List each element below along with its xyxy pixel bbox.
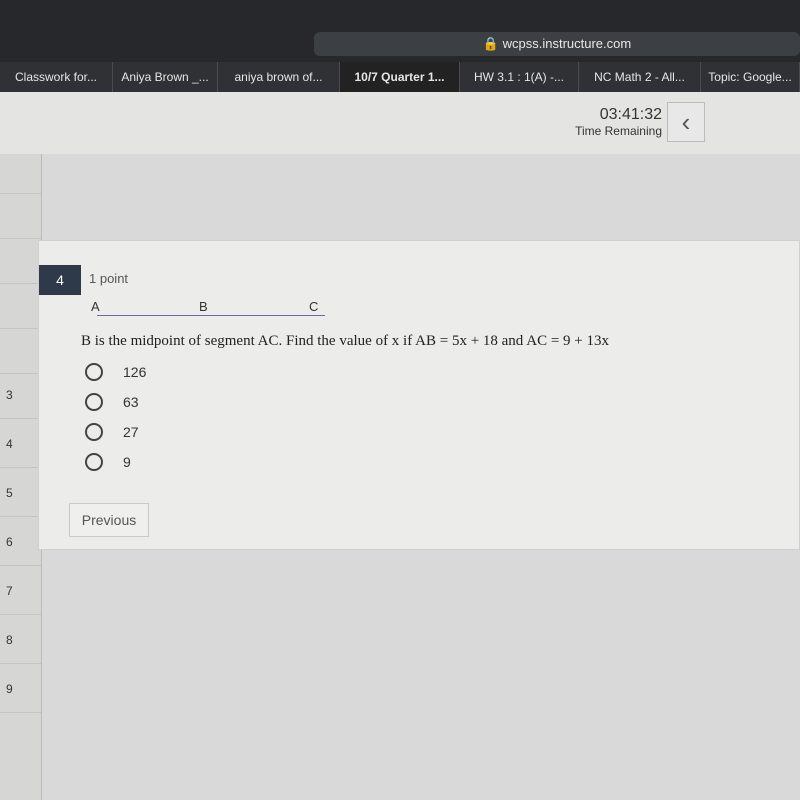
question-nav-item[interactable]: 6	[0, 517, 41, 566]
segment-line	[97, 315, 325, 316]
question-nav-item[interactable]: 3	[0, 374, 41, 419]
radio-button[interactable]	[85, 363, 103, 381]
question-number: 4	[39, 265, 81, 295]
answer-option[interactable]: 126	[85, 363, 146, 381]
tab[interactable]: 10/7 Quarter 1...	[340, 62, 460, 92]
question-nav-item[interactable]: 9	[0, 664, 41, 713]
tab[interactable]: HW 3.1 : 1(A) -...	[460, 62, 579, 92]
tab[interactable]: Aniya Brown _...	[113, 62, 218, 92]
bookmarks-bar: Classwork for... Aniya Brown _... aniya …	[0, 62, 800, 92]
answer-option[interactable]: 9	[85, 453, 131, 471]
timer-value: 03:41:32	[599, 106, 662, 123]
option-label: 27	[123, 424, 139, 440]
point-a-label: A	[91, 299, 100, 314]
question-nav-item[interactable]: 7	[0, 566, 41, 615]
question-nav-item[interactable]: 5	[0, 468, 41, 517]
browser-chrome: 🔒 wcpss.instructure.com	[0, 0, 800, 62]
answer-option[interactable]: 63	[85, 393, 139, 411]
segment-diagram: A B C	[91, 297, 331, 319]
question-nav-item[interactable]	[0, 239, 41, 284]
answer-option[interactable]: 27	[85, 423, 139, 441]
timer-label: Time Remaining	[575, 124, 662, 138]
radio-button[interactable]	[85, 393, 103, 411]
point-c-label: C	[309, 299, 319, 314]
question-nav: 3 4 5 6 7 8 9	[0, 154, 42, 800]
point-b-label: B	[199, 299, 208, 314]
url-text: wcpss.instructure.com	[502, 36, 632, 51]
option-label: 63	[123, 394, 139, 410]
radio-button[interactable]	[85, 423, 103, 441]
radio-button[interactable]	[85, 453, 103, 471]
question-card: 4 1 point A B C B is the midpoint of seg…	[38, 240, 800, 550]
tab[interactable]: Classwork for...	[0, 62, 113, 92]
chevron-left-icon[interactable]: ‹	[667, 102, 705, 142]
tab[interactable]: Topic: Google...	[701, 62, 800, 92]
address-bar[interactable]: 🔒 wcpss.instructure.com	[314, 32, 800, 56]
question-nav-item[interactable]	[0, 284, 41, 329]
option-label: 9	[123, 454, 131, 470]
timer: 03:41:32 Time Remaining	[575, 106, 662, 138]
question-text: B is the midpoint of segment AC. Find th…	[81, 333, 609, 349]
question-nav-item[interactable]	[0, 154, 41, 194]
question-nav-item[interactable]: 4	[0, 419, 41, 468]
question-nav-item[interactable]: 8	[0, 615, 41, 664]
question-nav-item[interactable]	[0, 194, 41, 239]
previous-button[interactable]: Previous	[69, 503, 149, 537]
tab[interactable]: NC Math 2 - All...	[579, 62, 701, 92]
tab[interactable]: aniya brown of...	[218, 62, 340, 92]
option-label: 126	[123, 364, 147, 380]
question-points: 1 point	[89, 271, 129, 286]
question-nav-item[interactable]	[0, 329, 41, 374]
